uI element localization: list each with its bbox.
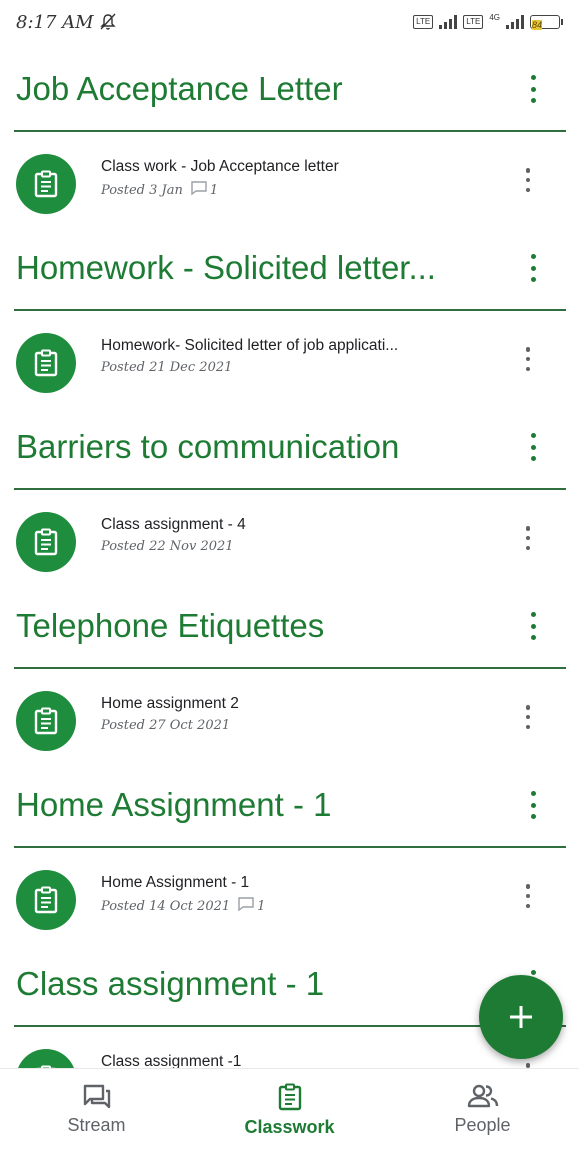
topic-divider xyxy=(14,130,566,132)
topic-header: Job Acceptance Letter xyxy=(16,54,579,124)
assignment-icon xyxy=(16,333,76,393)
classwork-item[interactable]: Class work - Job Acceptance letter Posted… xyxy=(0,144,579,224)
classwork-item[interactable]: Home Assignment - 1 Posted 14 Oct 2021 1 xyxy=(0,860,579,940)
topic-header: Telephone Etiquettes xyxy=(16,591,579,661)
item-meta: Posted 27 Oct 2021 xyxy=(101,718,230,733)
people-icon xyxy=(467,1084,498,1108)
assignment-icon xyxy=(16,691,76,751)
classwork-icon xyxy=(278,1083,301,1111)
topic-header: Homework - Solicited letter... xyxy=(16,233,579,303)
nav-stream-label: Stream xyxy=(67,1115,126,1135)
topic-divider xyxy=(14,488,566,490)
comment-count-value: 1 xyxy=(209,182,219,198)
nav-stream[interactable]: Stream xyxy=(17,1069,177,1136)
assignment-icon xyxy=(16,870,76,930)
topic-more-icon[interactable] xyxy=(527,433,539,461)
signal-icon-2 xyxy=(506,15,524,29)
nav-classwork-label: Classwork xyxy=(244,1117,335,1137)
assignment-icon xyxy=(16,512,76,572)
item-meta: Posted 22 Nov 2021 xyxy=(101,539,234,554)
item-title: Homework- Solicited letter of job applic… xyxy=(101,337,399,354)
topic-title[interactable]: Home Assignment - 1 xyxy=(16,786,496,824)
item-posted: Posted 22 Nov 2021 xyxy=(101,539,234,554)
classwork-item[interactable]: Class assignment - 4 Posted 22 Nov 2021 xyxy=(0,502,579,582)
item-title: Class work - Job Acceptance letter xyxy=(101,158,339,175)
topic-title[interactable]: Barriers to communication xyxy=(16,428,496,466)
plus-icon xyxy=(510,1006,532,1028)
comment-icon xyxy=(191,181,207,199)
notifications-off-icon xyxy=(99,13,116,30)
item-more-icon[interactable] xyxy=(522,705,534,729)
assignment-icon xyxy=(16,154,76,214)
topic-divider xyxy=(14,667,566,669)
topic-divider xyxy=(14,309,566,311)
comment-icon xyxy=(238,897,254,915)
status-time: 8:17 AM xyxy=(16,11,94,33)
item-more-icon[interactable] xyxy=(522,168,534,192)
item-posted: Posted 21 Dec 2021 xyxy=(101,360,233,375)
topic-more-icon[interactable] xyxy=(527,254,539,282)
status-bar: 8:17 AM LTE LTE 4G 84 xyxy=(0,0,579,44)
battery-level: 84 xyxy=(532,20,543,30)
topic-title[interactable]: Homework - Solicited letter... xyxy=(16,249,496,287)
item-title: Home assignment 2 xyxy=(101,695,239,712)
item-meta: Posted 3 Jan 1 xyxy=(101,181,218,199)
nav-people-label: People xyxy=(454,1115,511,1135)
classwork-item[interactable]: Homework- Solicited letter of job applic… xyxy=(0,323,579,403)
topic-divider xyxy=(14,846,566,848)
topic-header: Home Assignment - 1 xyxy=(16,770,579,840)
classwork-item[interactable]: Home assignment 2 Posted 27 Oct 2021 xyxy=(0,681,579,761)
item-title: Home Assignment - 1 xyxy=(101,874,250,891)
comment-count: 1 xyxy=(238,897,265,915)
item-meta: Posted 14 Oct 2021 1 xyxy=(101,897,265,915)
topic-title[interactable]: Job Acceptance Letter xyxy=(16,70,496,108)
bottom-navigation: Stream Classwork People xyxy=(0,1068,579,1150)
lte-badge: LTE xyxy=(413,15,434,29)
topic-header: Barriers to communication xyxy=(16,412,579,482)
status-right: LTE LTE 4G 84 xyxy=(413,12,563,30)
topic-more-icon[interactable] xyxy=(527,791,539,819)
topic-more-icon[interactable] xyxy=(527,612,539,640)
network-type: 4G xyxy=(489,12,500,22)
stream-icon xyxy=(83,1084,110,1109)
item-meta: Posted 21 Dec 2021 xyxy=(101,360,232,375)
lte-badge-2: LTE xyxy=(463,15,484,29)
battery-icon: 84 xyxy=(530,15,563,30)
item-posted: Posted 14 Oct 2021 xyxy=(101,898,231,914)
topic-title[interactable]: Class assignment - 1 xyxy=(16,965,496,1003)
item-posted: Posted 3 Jan xyxy=(101,182,183,198)
item-more-icon[interactable] xyxy=(522,884,534,908)
topic-more-icon[interactable] xyxy=(527,75,539,103)
signal-icon xyxy=(439,15,458,29)
item-more-icon[interactable] xyxy=(522,526,534,550)
topic-title[interactable]: Telephone Etiquettes xyxy=(16,607,496,645)
item-more-icon[interactable] xyxy=(522,347,534,371)
item-title: Class assignment - 4 xyxy=(101,516,246,533)
nav-classwork[interactable]: Classwork xyxy=(210,1069,370,1138)
item-posted: Posted 27 Oct 2021 xyxy=(101,718,231,733)
comment-count: 1 xyxy=(191,181,218,199)
add-button[interactable] xyxy=(479,975,563,1059)
status-left: 8:17 AM xyxy=(16,12,116,33)
comment-count-value: 1 xyxy=(257,898,266,914)
nav-people[interactable]: People xyxy=(403,1069,563,1136)
